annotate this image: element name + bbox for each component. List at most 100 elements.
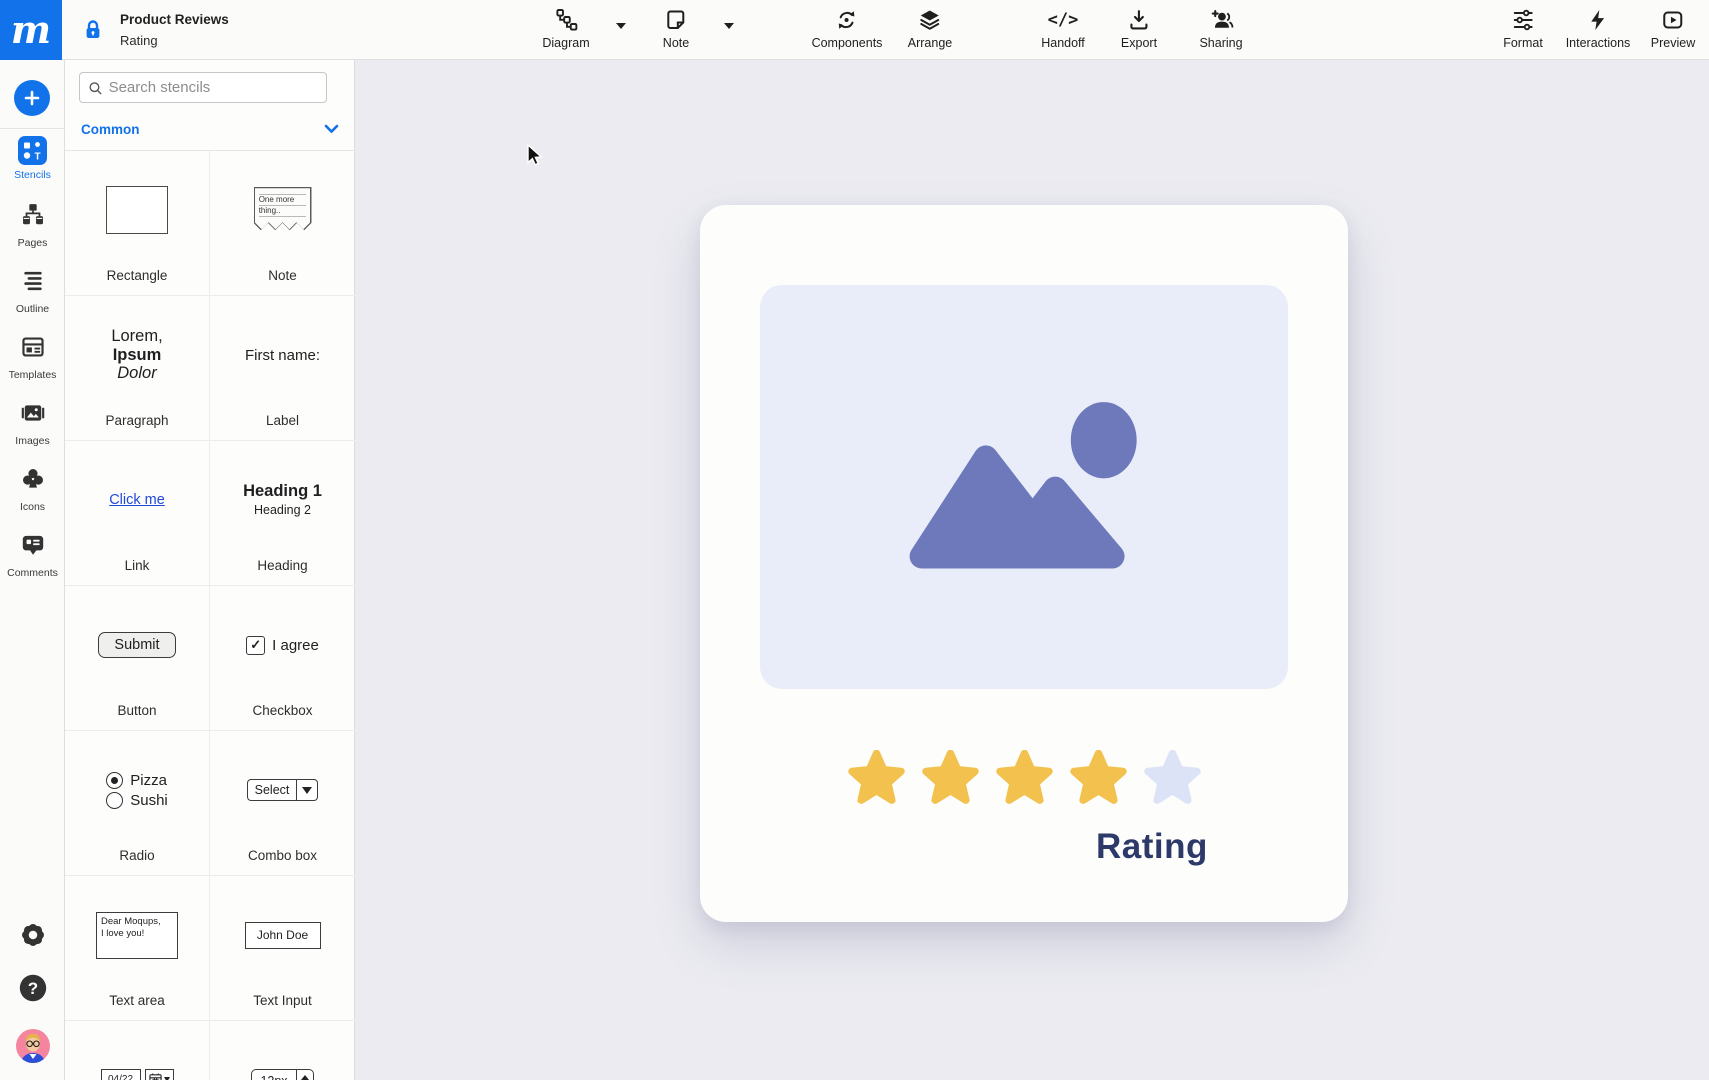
note-icon: [664, 7, 688, 33]
textinput-caption: Text Input: [210, 993, 355, 1008]
moqups-logo[interactable]: m: [0, 0, 62, 60]
user-avatar[interactable]: [0, 1028, 65, 1064]
moqups-app-window: m Product Reviews Rating Diagram: [0, 0, 1709, 1080]
diagram-dropdown-caret[interactable]: [616, 23, 626, 29]
chevron-down-icon: [324, 124, 339, 134]
label-caption: Label: [210, 413, 355, 428]
search-input[interactable]: [109, 79, 318, 96]
sharing-icon: [1208, 7, 1234, 33]
stencil-label[interactable]: First name: Label: [210, 296, 355, 441]
arrange-button[interactable]: Arrange: [908, 7, 952, 50]
stencil-panel: Common Rectangle One more thing.. Note: [65, 60, 355, 1080]
handoff-button[interactable]: </> Handoff: [1041, 7, 1085, 50]
stencil-datepicker[interactable]: 04/22: [65, 1021, 210, 1080]
add-button[interactable]: [14, 80, 50, 116]
outline-label: Outline: [16, 303, 49, 315]
icons-label: Icons: [20, 501, 45, 513]
left-rail: T Stencils Pages: [0, 60, 65, 1080]
gear-icon: [18, 920, 48, 950]
stepper-preview: 12px: [251, 1069, 313, 1080]
rating-card[interactable]: Rating: [700, 205, 1348, 922]
sharing-button[interactable]: Sharing: [1199, 7, 1242, 50]
format-button[interactable]: Format: [1503, 7, 1543, 50]
components-button[interactable]: Components: [812, 7, 883, 50]
stencils-icon: T: [18, 136, 47, 165]
stencil-button[interactable]: Submit Button: [65, 586, 210, 731]
sidebar-item-templates[interactable]: Templates: [0, 334, 65, 381]
button-caption: Button: [65, 703, 209, 718]
question-icon: ?: [18, 973, 48, 1003]
section-common[interactable]: Common: [65, 108, 355, 151]
image-placeholder[interactable]: [760, 285, 1288, 689]
star-rating: [848, 750, 1201, 807]
sidebar-item-comments[interactable]: Comments: [0, 532, 65, 579]
image-placeholder-icon: [894, 398, 1154, 576]
diagram-button[interactable]: Diagram: [542, 7, 589, 50]
outline-icon: [20, 268, 46, 299]
calendar-icon: [145, 1069, 174, 1080]
comments-label: Comments: [7, 567, 58, 579]
star-filled[interactable]: [996, 750, 1053, 807]
stencil-heading[interactable]: Heading 1 Heading 2 Heading: [210, 441, 355, 586]
preview-button[interactable]: Preview: [1651, 7, 1695, 50]
interactions-button[interactable]: Interactions: [1566, 7, 1631, 50]
avatar-image: [15, 1028, 51, 1064]
help-button[interactable]: ?: [0, 973, 65, 1003]
components-icon: [835, 7, 859, 33]
images-icon: [20, 400, 46, 431]
stencil-paragraph[interactable]: Lorem, Ipsum Dolor Paragraph: [65, 296, 210, 441]
stencil-checkbox[interactable]: ✓ I agree Checkbox: [210, 586, 355, 731]
note-label: Note: [663, 36, 689, 50]
stencil-combobox[interactable]: Select Combo box: [210, 731, 355, 876]
arrange-label: Arrange: [908, 36, 952, 50]
document-titles[interactable]: Product Reviews Rating: [120, 10, 229, 51]
star-filled[interactable]: [848, 750, 905, 807]
stencil-link[interactable]: Click me Link: [65, 441, 210, 586]
stencil-stepper[interactable]: 12px: [210, 1021, 355, 1080]
stencil-note[interactable]: One more thing.. Note: [210, 151, 355, 296]
diagram-label: Diagram: [542, 36, 589, 50]
radio-caption: Radio: [65, 848, 209, 863]
note-preview: One more thing..: [254, 187, 312, 233]
stencil-textarea[interactable]: Dear Moqups, I love you! Text area: [65, 876, 210, 1021]
svg-text:T: T: [35, 152, 41, 163]
star-empty[interactable]: [1144, 750, 1201, 807]
stencils-label: Stencils: [14, 169, 51, 181]
sidebar-item-icons[interactable]: Icons: [0, 466, 65, 513]
components-label: Components: [812, 36, 883, 50]
checkbox-preview: ✓ I agree: [246, 636, 319, 655]
textarea-caption: Text area: [65, 993, 209, 1008]
sidebar-item-stencils[interactable]: T Stencils: [0, 136, 65, 181]
stencil-radio[interactable]: Pizza Sushi Radio: [65, 731, 210, 876]
section-common-label: Common: [81, 122, 140, 137]
pages-icon: [20, 202, 46, 233]
project-title: Product Reviews: [120, 10, 229, 31]
logo-letter: m: [11, 11, 51, 49]
star-filled[interactable]: [1070, 750, 1127, 807]
sidebar-item-pages[interactable]: Pages: [0, 202, 65, 249]
textarea-preview: Dear Moqups, I love you!: [96, 912, 178, 959]
heading-preview: Heading 1 Heading 2: [243, 482, 322, 518]
handoff-icon: </>: [1048, 7, 1079, 33]
rating-title[interactable]: Rating: [1096, 827, 1208, 867]
editor-canvas[interactable]: Rating: [356, 60, 1709, 1080]
arrange-icon: [918, 7, 942, 33]
top-toolbar: m Product Reviews Rating Diagram: [0, 0, 1709, 60]
sidebar-item-images[interactable]: Images: [0, 400, 65, 447]
comments-icon: [20, 532, 46, 563]
mouse-cursor: [524, 144, 546, 168]
interactions-icon: [1586, 7, 1610, 33]
note-button[interactable]: Note: [663, 7, 689, 50]
export-label: Export: [1121, 36, 1157, 50]
stencil-textinput[interactable]: John Doe Text Input: [210, 876, 355, 1021]
templates-icon: [20, 334, 46, 365]
sidebar-item-outline[interactable]: Outline: [0, 268, 65, 315]
settings-button[interactable]: [0, 920, 65, 950]
combobox-caption: Combo box: [210, 848, 355, 863]
lock-icon: [85, 20, 101, 45]
checkbox-caption: Checkbox: [210, 703, 355, 718]
note-dropdown-caret[interactable]: [724, 23, 734, 29]
star-filled[interactable]: [922, 750, 979, 807]
export-button[interactable]: Export: [1121, 7, 1157, 50]
stencil-rectangle[interactable]: Rectangle: [65, 151, 210, 296]
